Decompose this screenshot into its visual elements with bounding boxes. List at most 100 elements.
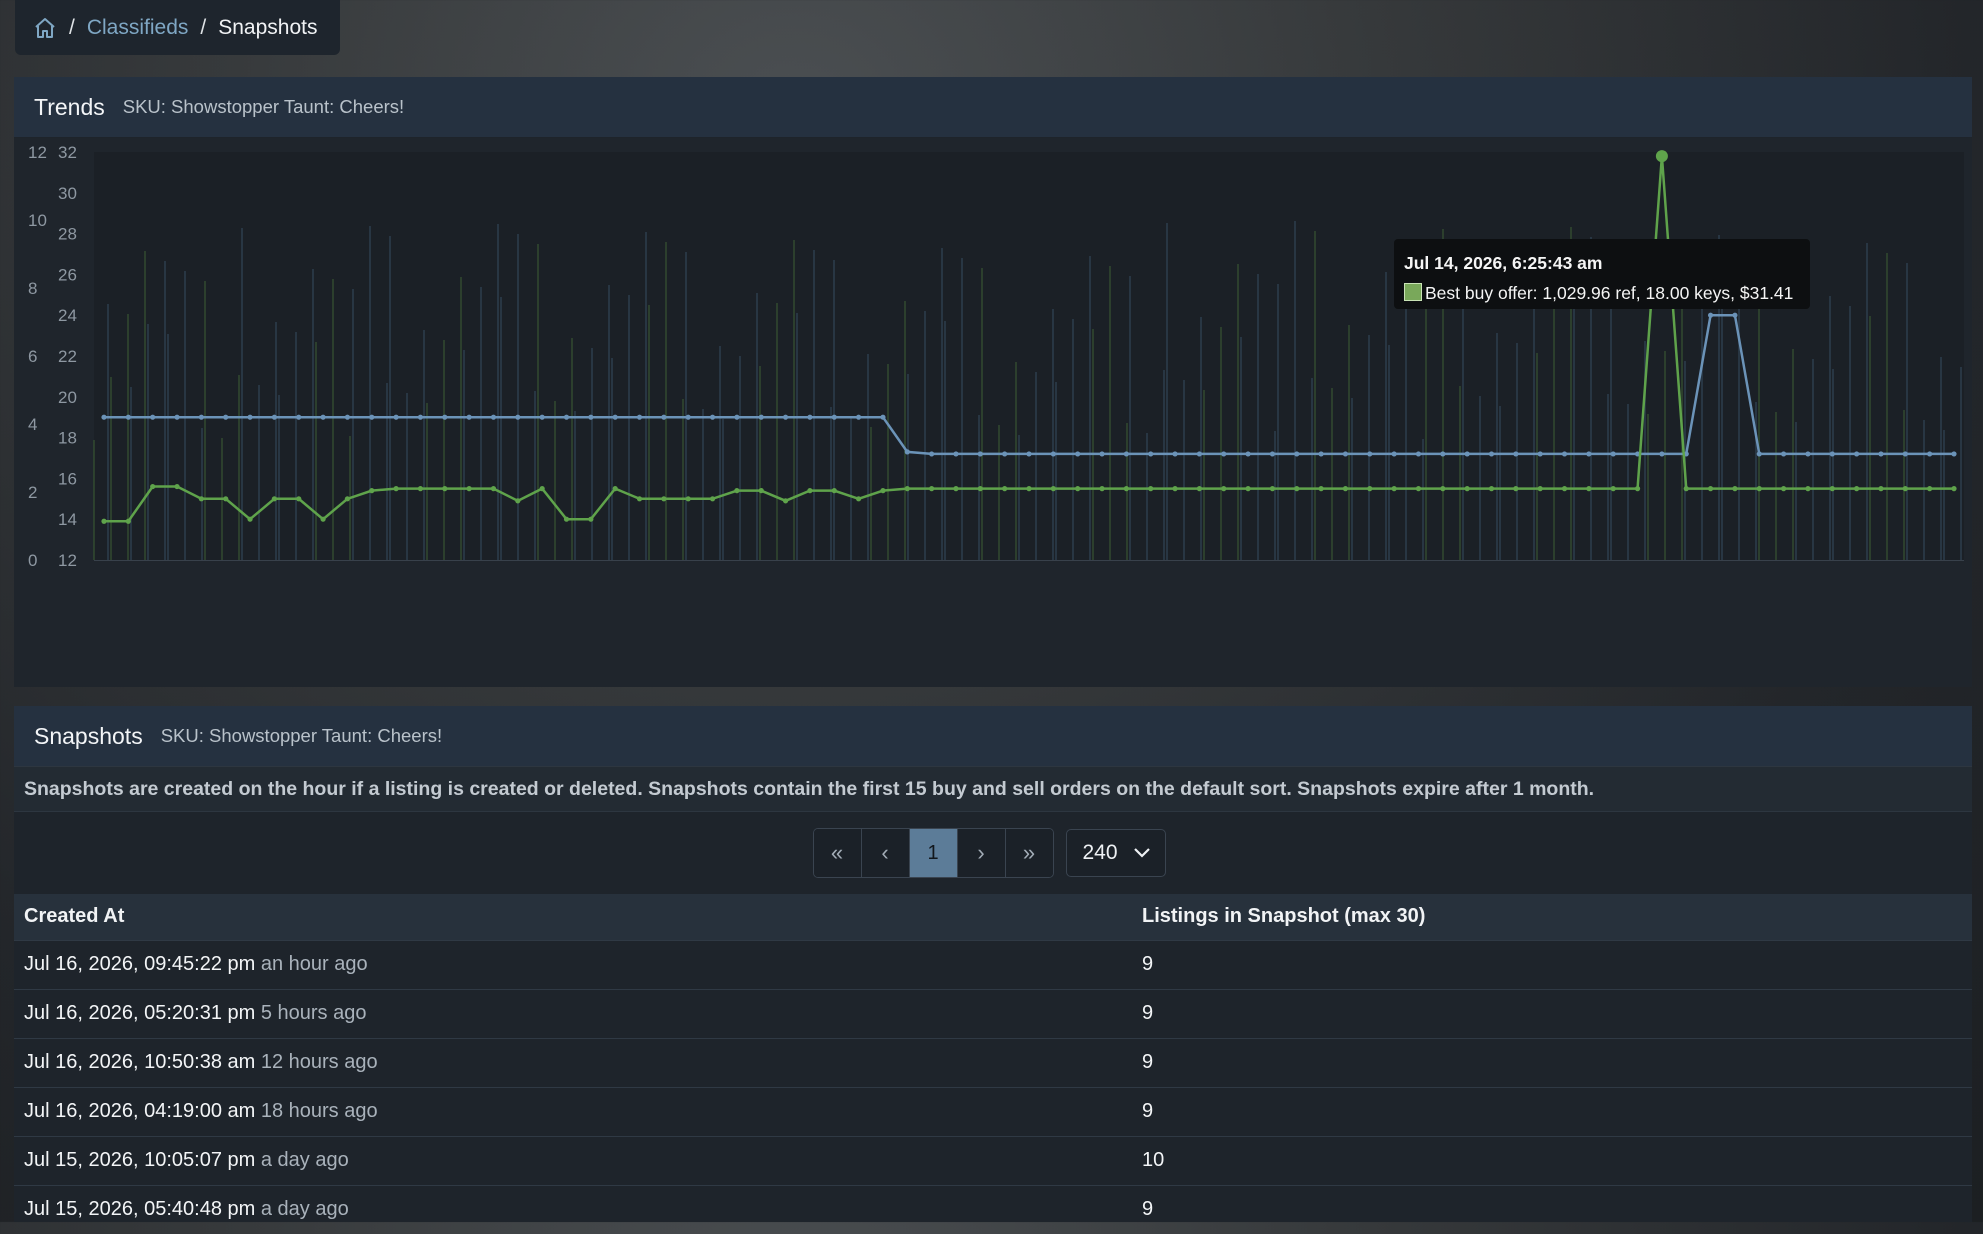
series-point xyxy=(661,496,667,502)
series-point xyxy=(1537,486,1543,492)
series-point xyxy=(369,414,375,420)
series-point xyxy=(1854,451,1860,457)
snapshots-header: Snapshots SKU: Showstopper Taunt: Cheers… xyxy=(14,706,1972,766)
series-point xyxy=(1464,451,1470,457)
right-tick-label: 32 xyxy=(58,143,77,162)
created-date[interactable]: Jul 16, 2026, 10:50:38 am xyxy=(24,1051,255,1073)
series-point xyxy=(1927,451,1933,457)
snapshots-panel: Snapshots SKU: Showstopper Taunt: Cheers… xyxy=(14,706,1972,1234)
created-date[interactable]: Jul 15, 2026, 05:40:48 pm xyxy=(24,1198,255,1220)
cell-listings: 9 xyxy=(1132,939,1972,989)
series-point xyxy=(320,516,326,522)
breadcrumb-separator: / xyxy=(200,15,207,39)
series-point xyxy=(1172,486,1178,492)
series-point xyxy=(807,488,813,494)
series-point xyxy=(344,414,351,420)
left-tick-label: 0 xyxy=(28,551,37,570)
first-page-button[interactable]: « xyxy=(813,829,862,877)
series-point xyxy=(1221,451,1227,457)
cell-created-at: Jul 15, 2026, 05:40:48 pm a day ago xyxy=(14,1184,1132,1234)
left-tick-label: 4 xyxy=(28,415,37,434)
series-point xyxy=(1415,451,1422,457)
created-date[interactable]: Jul 15, 2026, 10:05:07 pm xyxy=(24,1149,255,1171)
table-row[interactable]: Jul 16, 2026, 09:45:22 pm an hour ago 9 xyxy=(14,939,1972,989)
series-point xyxy=(977,451,983,457)
series-point xyxy=(1148,486,1154,492)
series-point xyxy=(904,486,910,492)
series-point xyxy=(856,496,862,502)
series-point xyxy=(466,486,472,492)
trends-title: Trends xyxy=(34,93,105,120)
series-point xyxy=(782,498,789,504)
series-point xyxy=(588,516,594,522)
series-point xyxy=(1440,451,1446,457)
series-point xyxy=(1318,451,1324,457)
series-point xyxy=(612,414,618,420)
right-tick-label: 20 xyxy=(58,388,77,407)
series-point xyxy=(1513,451,1519,457)
series-point xyxy=(1294,486,1300,492)
left-tick-label: 6 xyxy=(28,347,37,366)
series-point xyxy=(442,414,448,420)
series-point xyxy=(344,496,351,502)
series-point xyxy=(539,414,545,420)
right-tick-label: 30 xyxy=(58,184,77,203)
series-point xyxy=(1342,486,1349,492)
series-point xyxy=(782,414,789,420)
created-date[interactable]: Jul 16, 2026, 05:20:31 pm xyxy=(24,1002,255,1024)
created-date[interactable]: Jul 16, 2026, 04:19:00 am xyxy=(24,1100,255,1122)
series-point xyxy=(1537,451,1543,457)
page-1-button[interactable]: 1 xyxy=(909,829,958,877)
series-point xyxy=(150,414,156,420)
per-page-value: 240 xyxy=(1082,841,1118,864)
series-point xyxy=(977,486,983,492)
right-tick-label: 14 xyxy=(58,510,77,529)
series-point xyxy=(1026,486,1032,492)
series-point xyxy=(1002,451,1008,457)
series-point xyxy=(1610,486,1616,492)
series-point xyxy=(1148,451,1154,457)
series-point xyxy=(1440,486,1446,492)
cell-created-at: Jul 16, 2026, 10:50:38 am 12 hours ago xyxy=(14,1037,1132,1087)
table-row[interactable]: Jul 16, 2026, 05:20:31 pm 5 hours ago 9 xyxy=(14,988,1972,1038)
created-date[interactable]: Jul 16, 2026, 09:45:22 pm xyxy=(24,953,255,975)
series-point xyxy=(1707,486,1714,492)
right-tick-label: 22 xyxy=(58,347,77,366)
last-page-button[interactable]: » xyxy=(1005,829,1053,877)
next-page-button[interactable]: › xyxy=(957,829,1006,877)
series-point xyxy=(247,414,253,420)
series-point xyxy=(1026,451,1032,457)
prev-page-button[interactable]: ‹ xyxy=(861,829,910,877)
table-row[interactable]: Jul 15, 2026, 10:05:07 pm a day ago 10 xyxy=(14,1135,1972,1185)
series-point xyxy=(1561,486,1568,492)
series-point xyxy=(393,486,399,492)
table-row[interactable]: Jul 16, 2026, 04:19:00 am 18 hours ago 9 xyxy=(14,1086,1972,1136)
series-point xyxy=(758,414,764,420)
table-row[interactable]: Jul 15, 2026, 05:40:48 pm a day ago 9 xyxy=(14,1184,1972,1234)
series-point xyxy=(150,483,156,490)
chart-svg[interactable]: 0246810121214161820222426283032 xyxy=(14,138,1972,687)
trends-chart[interactable]: 0 2 4 6 8 10 12 12 14 16 18 20 22 24 26 28 30 32 Jul 14, … xyxy=(14,138,1972,687)
series-point xyxy=(296,414,302,420)
col-listings[interactable]: Listings in Snapshot (max 30) xyxy=(1132,894,1972,940)
series-point xyxy=(198,414,204,420)
page-buttons: « ‹ 1 › » xyxy=(812,828,1054,878)
series-point xyxy=(1294,451,1300,457)
series-point xyxy=(1756,486,1762,492)
series-point xyxy=(1586,451,1592,457)
breadcrumb-classifieds-link[interactable]: Classifieds xyxy=(87,16,189,40)
series-point xyxy=(588,414,594,420)
series-point xyxy=(1805,486,1811,492)
series-point xyxy=(1805,451,1811,457)
home-icon[interactable] xyxy=(33,16,57,40)
series-point xyxy=(1781,451,1787,457)
series-point xyxy=(1318,486,1324,492)
snapshots-title: Snapshots xyxy=(34,722,143,749)
series-point xyxy=(1732,312,1738,318)
created-ago: 5 hours ago xyxy=(260,1002,367,1024)
table-row[interactable]: Jul 16, 2026, 10:50:38 am 12 hours ago 9 xyxy=(14,1037,1972,1087)
per-page-select[interactable]: 240 xyxy=(1065,829,1166,877)
series-point xyxy=(636,496,643,502)
col-created-at[interactable]: Created At xyxy=(14,894,1132,940)
series-point xyxy=(1342,451,1349,457)
